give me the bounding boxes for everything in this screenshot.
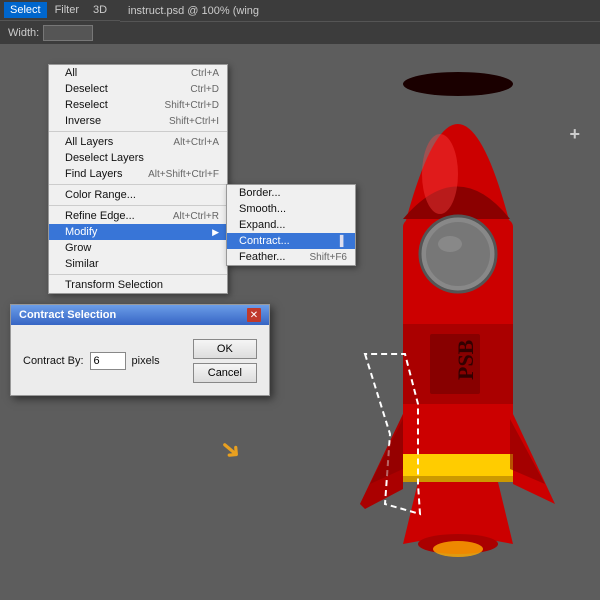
menu-item-inverse[interactable]: Inverse Shift+Ctrl+I xyxy=(49,113,227,129)
submenu-smooth[interactable]: Smooth... xyxy=(227,201,355,217)
modify-submenu: Border... Smooth... Expand... Contract..… xyxy=(226,184,356,266)
select-dropdown-menu: All Ctrl+A Deselect Ctrl+D Reselect Shif… xyxy=(48,64,228,294)
dialog-title-bar: Contract Selection ✕ xyxy=(11,305,269,325)
menu-item-all-layers[interactable]: All Layers Alt+Ctrl+A xyxy=(49,134,227,150)
menu-item-find-layers[interactable]: Find Layers Alt+Shift+Ctrl+F xyxy=(49,166,227,182)
menu-item-deselect-layers[interactable]: Deselect Layers xyxy=(49,150,227,166)
menu-3d[interactable]: 3D xyxy=(87,2,113,18)
menu-item-color-range[interactable]: Color Range... xyxy=(49,187,227,203)
dialog-buttons: OK Cancel xyxy=(193,339,257,383)
separator-3 xyxy=(49,205,227,206)
menu-item-all[interactable]: All Ctrl+A xyxy=(49,65,227,81)
rocket-image: PSB xyxy=(310,24,570,587)
canvas-area: All Ctrl+A Deselect Ctrl+D Reselect Shif… xyxy=(0,44,600,600)
submenu-expand[interactable]: Expand... xyxy=(227,217,355,233)
menu-item-similar[interactable]: Similar xyxy=(49,256,227,272)
cancel-button[interactable]: Cancel xyxy=(193,363,257,383)
submenu-contract[interactable]: Contract... ▌ xyxy=(227,233,355,249)
width-input[interactable] xyxy=(43,25,93,41)
menu-filter[interactable]: Filter xyxy=(49,2,85,18)
contract-selection-dialog: Contract Selection ✕ Contract By: pixels… xyxy=(10,304,270,396)
menu-item-reselect[interactable]: Reselect Shift+Ctrl+D xyxy=(49,97,227,113)
svg-text:PSB: PSB xyxy=(453,339,478,380)
menu-item-modify[interactable]: Modify ▶ xyxy=(49,224,227,240)
separator-2 xyxy=(49,184,227,185)
plus-icon: + xyxy=(569,124,580,145)
menu-item-refine-edge[interactable]: Refine Edge... Alt+Ctrl+R xyxy=(49,208,227,224)
dialog-close-button[interactable]: ✕ xyxy=(247,308,261,322)
separator-1 xyxy=(49,131,227,132)
contract-cursor: ▌ xyxy=(340,236,347,247)
menu-select[interactable]: Select xyxy=(4,2,47,18)
doc-title-bar: instruct.psd @ 100% (wing xyxy=(120,0,600,22)
ok-button[interactable]: OK xyxy=(193,339,257,359)
separator-4 xyxy=(49,274,227,275)
width-label: Width: xyxy=(8,27,39,39)
dialog-title-text: Contract Selection xyxy=(19,309,116,321)
menu-item-deselect[interactable]: Deselect Ctrl+D xyxy=(49,81,227,97)
submenu-border[interactable]: Border... xyxy=(227,185,355,201)
doc-title-text: instruct.psd @ 100% (wing xyxy=(128,5,259,17)
pixels-label: pixels xyxy=(132,355,160,367)
menu-item-grow[interactable]: Grow xyxy=(49,240,227,256)
submenu-feather[interactable]: Feather... Shift+F6 xyxy=(227,249,355,265)
arrow-indicator-2: ➜ xyxy=(213,431,250,469)
submenu-arrow-icon: ▶ xyxy=(212,227,219,238)
contract-by-input[interactable] xyxy=(90,352,126,370)
contract-by-label: Contract By: xyxy=(23,355,84,367)
menu-item-transform-selection[interactable]: Transform Selection xyxy=(49,277,227,293)
dialog-body: Contract By: pixels OK Cancel xyxy=(11,325,269,395)
